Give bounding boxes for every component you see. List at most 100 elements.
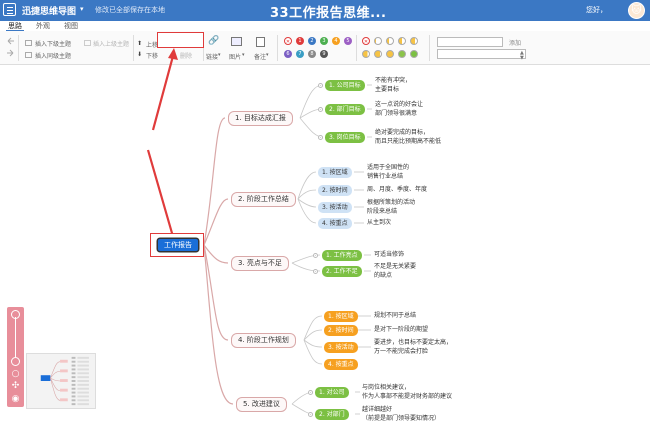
leaf-text[interactable]: 与岗位相关建议， bbox=[362, 384, 410, 392]
tab-appearance[interactable]: 外观 bbox=[34, 21, 52, 31]
image-button[interactable]: 图片 bbox=[229, 52, 241, 61]
tab-ideas[interactable]: 思路 bbox=[6, 21, 24, 31]
subtopic[interactable]: 2. 部门目标 bbox=[325, 104, 365, 115]
leaf-text[interactable]: 越详细越好 bbox=[362, 406, 392, 414]
chevron-down-icon[interactable]: ▾ bbox=[242, 52, 245, 58]
leaf-text[interactable]: 适用于全国性的 bbox=[367, 164, 409, 172]
subtopic[interactable]: 3. 按活动 bbox=[324, 342, 358, 353]
subtopic[interactable]: 1. 公司目标 bbox=[325, 80, 365, 91]
insert-parent-button[interactable]: 插入上级主题 bbox=[93, 39, 129, 48]
subtopic[interactable]: 4. 按重点 bbox=[318, 218, 352, 229]
menu-icon[interactable] bbox=[3, 3, 16, 16]
move-down-button[interactable]: 下移 bbox=[146, 51, 158, 60]
zoom-slider[interactable] bbox=[15, 317, 16, 357]
subtopic[interactable]: 2. 对部门 bbox=[315, 409, 349, 420]
collapse-toggle[interactable]: - bbox=[308, 390, 313, 395]
chevron-down-icon[interactable]: ▾ bbox=[80, 5, 84, 13]
leaf-text[interactable]: 销售行业总结 bbox=[367, 173, 403, 181]
leaf-text[interactable]: 绝对要完成的目标， bbox=[375, 129, 429, 137]
progress-icon[interactable] bbox=[398, 37, 406, 45]
priority-6-icon[interactable]: 6 bbox=[284, 50, 292, 58]
leaf-text[interactable]: 根据所策划的活动 bbox=[367, 199, 415, 207]
subtopic[interactable]: 1. 对公司 bbox=[315, 387, 349, 398]
progress-icon[interactable] bbox=[386, 37, 394, 45]
add-tag-button[interactable]: 添加 bbox=[509, 38, 521, 47]
leaf-text[interactable]: 主要目标 bbox=[375, 86, 399, 94]
subtopic[interactable]: 2. 按时间 bbox=[318, 185, 352, 196]
leaf-text[interactable]: 而且只能比预期高不能低 bbox=[375, 138, 441, 146]
subtopic[interactable]: 3. 按活动 bbox=[318, 202, 352, 213]
insert-child-button[interactable]: 插入下级主题 bbox=[35, 39, 71, 48]
image-icon[interactable] bbox=[231, 37, 242, 46]
branch-topic[interactable]: 3. 亮点与不足 bbox=[231, 256, 289, 271]
progress-icon[interactable] bbox=[410, 50, 418, 58]
note-icon[interactable] bbox=[256, 37, 265, 47]
user-avatar[interactable]: 🐱 bbox=[628, 2, 645, 19]
redo-icon[interactable] bbox=[6, 49, 15, 57]
priority-3-icon[interactable]: 3 bbox=[320, 37, 328, 45]
chevron-down-icon[interactable]: ▼ bbox=[520, 55, 524, 61]
remove-progress-icon[interactable]: ✕ bbox=[362, 37, 370, 45]
leaf-text[interactable]: 这一点说的好会让 bbox=[375, 101, 423, 109]
zoom-out-icon[interactable] bbox=[11, 357, 20, 366]
link-button[interactable]: 链接 bbox=[206, 52, 218, 61]
progress-icon[interactable] bbox=[374, 50, 382, 58]
leaf-text[interactable]: 从主到次 bbox=[367, 219, 391, 227]
leaf-text[interactable]: 是对下一阶段的期望 bbox=[374, 326, 428, 334]
chevron-down-icon[interactable]: ▾ bbox=[218, 52, 221, 58]
subtopic[interactable]: 1. 按区域 bbox=[324, 311, 358, 322]
priority-9-icon[interactable]: 9 bbox=[320, 50, 328, 58]
leaf-text[interactable]: 的缺点 bbox=[374, 272, 392, 280]
priority-5-icon[interactable]: 5 bbox=[344, 37, 352, 45]
leaf-text[interactable]: 要进步，也目标不要定太高， bbox=[374, 339, 452, 347]
collapse-toggle[interactable]: - bbox=[313, 253, 318, 258]
leaf-text[interactable]: 部门领导很满意 bbox=[375, 110, 417, 118]
app-name[interactable]: 迅捷思维导图 bbox=[22, 4, 76, 17]
progress-icon[interactable] bbox=[362, 50, 370, 58]
leaf-text[interactable]: 阶段来总结 bbox=[367, 208, 397, 216]
branch-topic[interactable]: 2. 阶段工作总结 bbox=[231, 192, 296, 207]
subtopic[interactable]: 3. 岗位目标 bbox=[325, 132, 365, 143]
priority-2-icon[interactable]: 2 bbox=[308, 37, 316, 45]
priority-1-icon[interactable]: 1 bbox=[296, 37, 304, 45]
collapse-toggle[interactable]: - bbox=[313, 269, 318, 274]
leaf-text[interactable]: 万一不能完成会打脸 bbox=[374, 348, 428, 356]
eye-icon[interactable]: ◉ bbox=[10, 395, 21, 404]
remove-priority-icon[interactable]: ✕ bbox=[284, 37, 292, 45]
subtopic[interactable]: 1. 工作亮点 bbox=[322, 250, 362, 261]
progress-icon[interactable] bbox=[386, 50, 394, 58]
insert-sibling-button[interactable]: 插入同级主题 bbox=[35, 51, 71, 60]
subtopic[interactable]: 2. 按时间 bbox=[324, 325, 358, 336]
leaf-text[interactable]: 可适当修饰 bbox=[374, 251, 404, 259]
progress-icon[interactable] bbox=[374, 37, 382, 45]
collapse-toggle[interactable]: - bbox=[318, 107, 323, 112]
root-topic-highlight[interactable]: 工作报告 bbox=[150, 233, 204, 257]
leaf-text[interactable]: 作为人事部不能提对财务部的建议 bbox=[362, 393, 452, 401]
progress-icon[interactable] bbox=[398, 50, 406, 58]
locate-icon[interactable]: ○ bbox=[10, 370, 21, 379]
leaf-text[interactable]: 周、月度、季度、年度 bbox=[367, 186, 427, 194]
root-topic[interactable]: 工作报告 bbox=[158, 239, 198, 251]
branch-topic[interactable]: 1. 目标达成汇报 bbox=[228, 111, 293, 126]
progress-icon[interactable] bbox=[410, 37, 418, 45]
note-button[interactable]: 备注 bbox=[254, 52, 266, 61]
subtopic[interactable]: 1. 按区域 bbox=[318, 167, 352, 178]
branch-topic[interactable]: 5. 改进建议 bbox=[236, 397, 287, 412]
tag-input[interactable] bbox=[437, 37, 503, 47]
leaf-text[interactable]: 不足是无关紧要 bbox=[374, 263, 416, 271]
move-icon[interactable]: ✣ bbox=[10, 382, 21, 391]
chevron-down-icon[interactable]: ▾ bbox=[266, 52, 269, 58]
leaf-text[interactable]: （前提是部门领导要知情况） bbox=[362, 415, 440, 423]
collapse-toggle[interactable]: - bbox=[318, 83, 323, 88]
tab-view[interactable]: 视图 bbox=[62, 21, 80, 31]
priority-7-icon[interactable]: 7 bbox=[296, 50, 304, 58]
leaf-text[interactable]: 不能有冲突， bbox=[375, 77, 411, 85]
collapse-toggle[interactable]: - bbox=[308, 412, 313, 417]
subtopic[interactable]: 4. 按重点 bbox=[324, 359, 358, 370]
subtopic[interactable]: 2. 工作不足 bbox=[322, 266, 362, 277]
undo-icon[interactable] bbox=[6, 37, 15, 45]
minimap[interactable] bbox=[26, 353, 96, 409]
priority-4-icon[interactable]: 4 bbox=[332, 37, 340, 45]
collapse-toggle[interactable]: - bbox=[318, 135, 323, 140]
leaf-text[interactable]: 规划不同于总结 bbox=[374, 312, 416, 320]
